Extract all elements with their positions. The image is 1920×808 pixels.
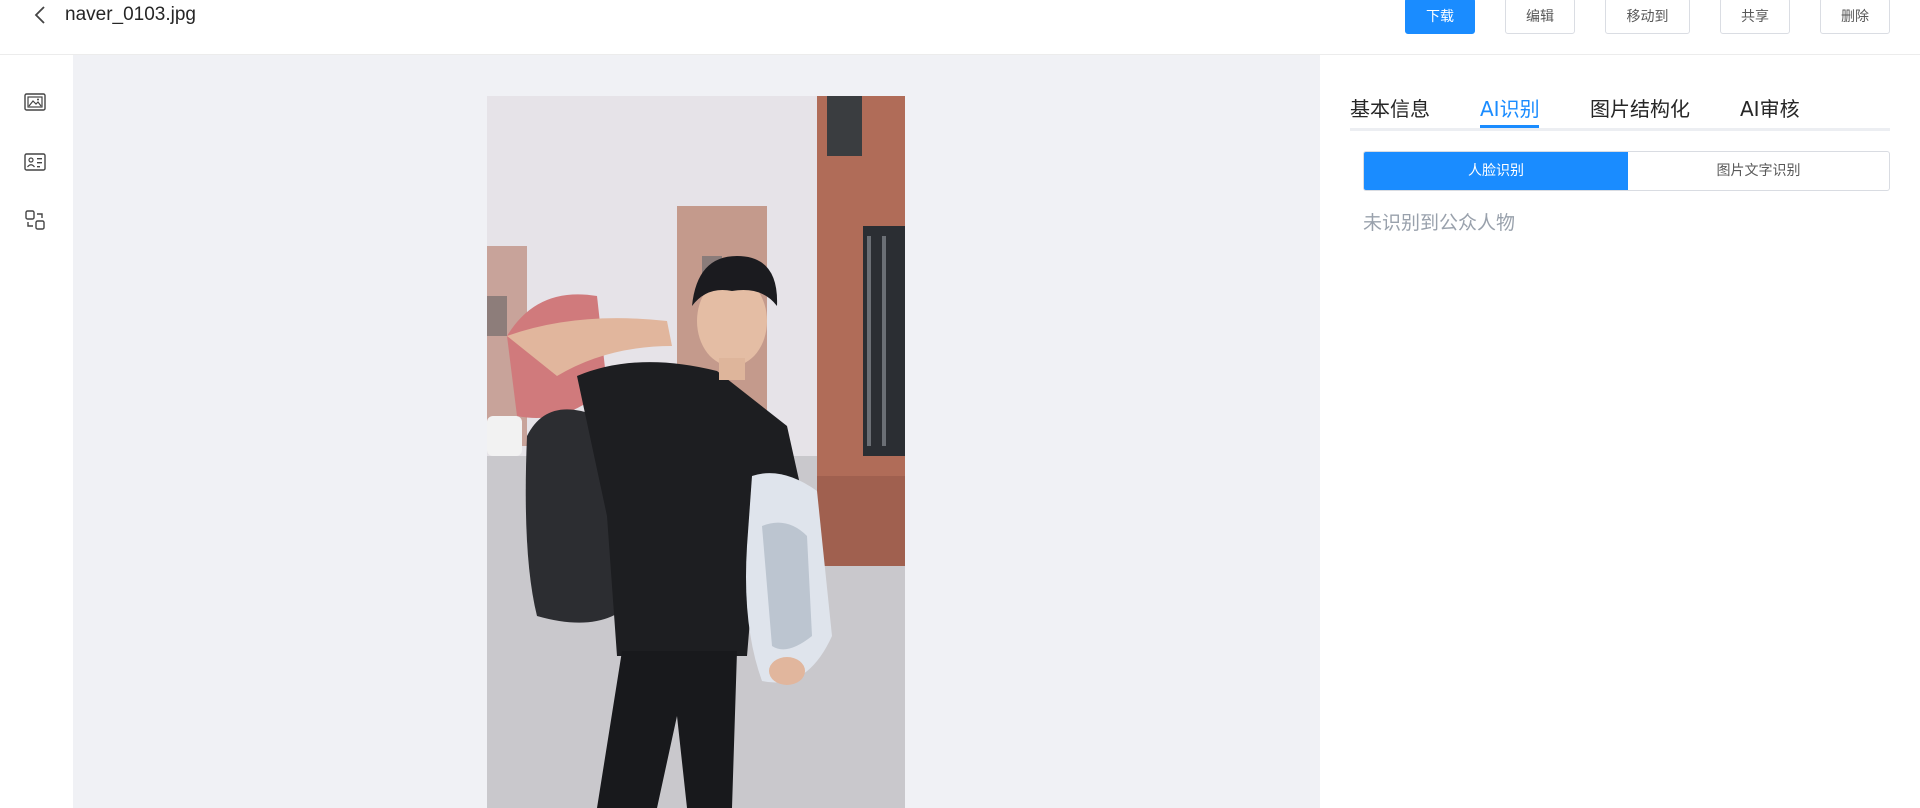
back-button[interactable] — [28, 2, 52, 28]
tab-ai-recognition[interactable]: AI识别 — [1480, 91, 1540, 127]
segment-text-recognition[interactable]: 图片文字识别 — [1628, 152, 1889, 190]
image-preview-area — [73, 55, 1320, 808]
active-tab-indicator — [1480, 125, 1539, 128]
image-info-icon[interactable] — [23, 150, 47, 174]
panel-tabs: 基本信息 AI识别 图片结构化 AI审核 — [1350, 91, 1890, 131]
recognition-result-text: 未识别到公众人物 — [1363, 212, 1516, 234]
chevron-left-icon — [34, 6, 45, 24]
tab-ai-review[interactable]: AI审核 — [1740, 91, 1800, 127]
segment-face-recognition[interactable]: 人脸识别 — [1364, 152, 1628, 190]
move-to-button[interactable]: 移动到 — [1605, 0, 1690, 34]
top-bar: naver_0103.jpg 下载 编辑 移动到 共享 删除 — [0, 0, 1920, 55]
delete-button[interactable]: 删除 — [1820, 0, 1890, 34]
tab-image-structuring[interactable]: 图片结构化 — [1590, 91, 1690, 127]
recognition-mode-switch: 人脸识别 图片文字识别 — [1363, 151, 1890, 191]
left-rail — [0, 55, 73, 808]
share-button[interactable]: 共享 — [1720, 0, 1790, 34]
detail-panel: 基本信息 AI识别 图片结构化 AI审核 人脸识别 图片文字识别 未识别到公众人… — [1320, 55, 1920, 808]
compare-icon[interactable] — [23, 208, 47, 232]
tab-basic-info[interactable]: 基本信息 — [1350, 91, 1430, 127]
file-title: naver_0103.jpg — [65, 4, 196, 25]
preview-photo[interactable] — [487, 96, 905, 808]
edit-button[interactable]: 编辑 — [1505, 0, 1575, 34]
download-button[interactable]: 下载 — [1405, 0, 1475, 34]
gallery-icon[interactable] — [23, 90, 47, 114]
